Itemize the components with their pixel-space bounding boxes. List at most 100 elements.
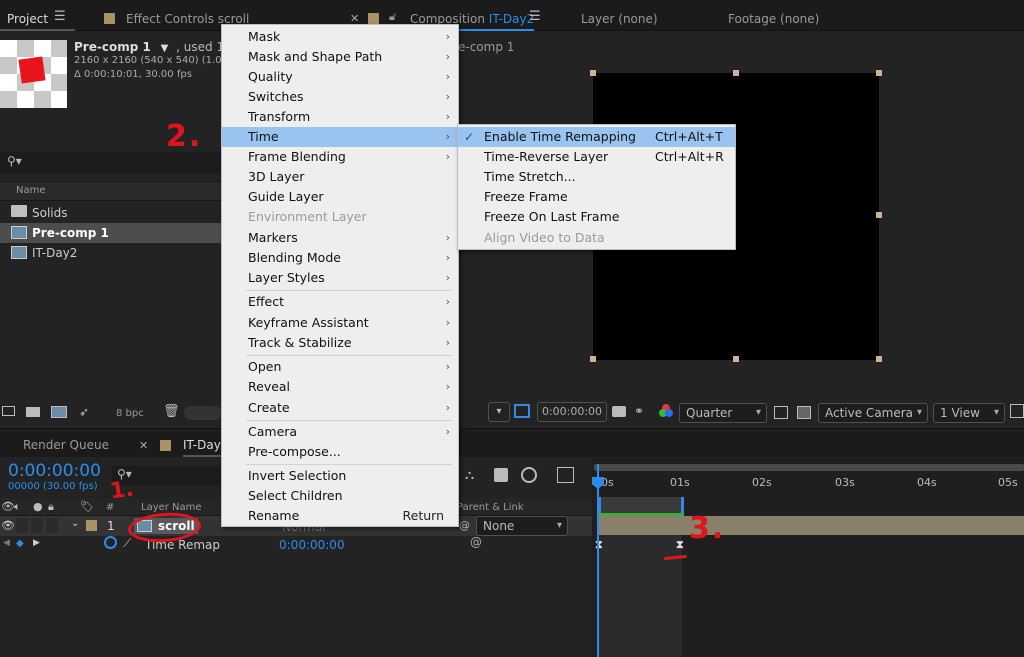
bounding-handle[interactable]: [876, 356, 882, 362]
audio-icon[interactable]: 🔈︎: [14, 500, 21, 514]
menu-item-blending-mode[interactable]: Blending Mode ›: [222, 248, 458, 268]
bpc-label[interactable]: 8 bpc: [116, 408, 144, 419]
comp-timecode-field[interactable]: 0:00:00:00: [537, 402, 607, 422]
layer-twirl-icon[interactable]: ⌄: [71, 518, 79, 529]
menu-item-mask-and-shape-path[interactable]: Mask and Shape Path ›: [222, 47, 458, 67]
menu-item-enable-time-remapping[interactable]: ✓ Enable Time Remapping Ctrl+Alt+T: [458, 127, 735, 147]
menu-item-effect[interactable]: Effect ›: [222, 292, 458, 312]
parent-dropdown[interactable]: None ▾: [476, 516, 568, 536]
new-composition-icon[interactable]: [51, 406, 67, 418]
camera-dropdown[interactable]: Active Camera ▾: [818, 403, 928, 423]
bounding-handle[interactable]: [590, 356, 596, 362]
motion-blur-icon[interactable]: [521, 467, 537, 483]
frame-blending-icon[interactable]: [494, 468, 508, 482]
layer-label-color[interactable]: [86, 520, 97, 531]
show-snapshot-icon[interactable]: ⚭: [634, 404, 644, 418]
new-folder-icon[interactable]: [26, 407, 40, 417]
bounding-handle[interactable]: [876, 212, 882, 218]
draft-3d-icon[interactable]: ⛬: [465, 468, 474, 483]
layer-tab[interactable]: Layer (none): [581, 12, 658, 26]
name-column-header[interactable]: Name: [16, 185, 46, 196]
work-area-bar[interactable]: [594, 464, 1024, 471]
render-queue-tab[interactable]: Render Queue: [23, 438, 109, 452]
project-item-row[interactable]: Solids: [0, 203, 222, 223]
bounding-handle[interactable]: [733, 356, 739, 362]
work-area-range[interactable]: [598, 497, 684, 513]
menu-item-select-children[interactable]: Select Children: [222, 486, 458, 506]
eye-icon[interactable]: 👁︎: [1, 500, 15, 513]
parent-link-column[interactable]: Parent & Link: [457, 502, 524, 513]
comp-breadcrumb[interactable]: e-comp 1: [458, 40, 514, 54]
color-channels-icon[interactable]: [659, 404, 673, 418]
property-value[interactable]: 0:00:00:00: [279, 538, 345, 552]
menu-item-camera[interactable]: Camera ›: [222, 422, 458, 442]
menu-item-track-stabilize[interactable]: Track & Stabilize ›: [222, 333, 458, 353]
menu-item-transform[interactable]: Transform ›: [222, 107, 458, 127]
menu-item-time-stretch[interactable]: Time Stretch...: [458, 167, 735, 187]
comp-footer-dropdown-icon[interactable]: ▾: [488, 402, 510, 422]
keyframe-icon[interactable]: ⧗: [676, 538, 684, 552]
transparency-grid-icon[interactable]: [774, 406, 788, 419]
menu-item-time-reverse-layer[interactable]: Time-Reverse Layer Ctrl+Alt+R: [458, 147, 735, 167]
menu-item-time[interactable]: Time ›: [222, 127, 458, 147]
project-tab[interactable]: Project ☰: [0, 8, 75, 31]
project-scrollbar[interactable]: [184, 406, 222, 420]
solo-icon[interactable]: ●: [33, 500, 43, 513]
view-options-icon[interactable]: [1010, 404, 1024, 418]
menu-item-quality[interactable]: Quality ›: [222, 67, 458, 87]
views-dropdown[interactable]: 1 View ▾: [933, 403, 1005, 423]
lock-icon[interactable]: 🔓︎: [389, 10, 396, 24]
menu-item-guide-layer[interactable]: Guide Layer: [222, 187, 458, 207]
label-icon[interactable]: 🏷︎: [80, 500, 94, 513]
menu-item-frame-blending[interactable]: Frame Blending ›: [222, 147, 458, 167]
menu-item-pre-compose[interactable]: Pre-compose...: [222, 442, 458, 462]
effect-controls-tab[interactable]: Effect Controls scroll: [104, 12, 249, 30]
fast-preview-icon[interactable]: [797, 406, 811, 419]
bounding-handle[interactable]: [590, 70, 596, 76]
menu-item-freeze-frame[interactable]: Freeze Frame: [458, 187, 735, 207]
flowchart-icon[interactable]: ➶: [79, 405, 89, 419]
menu-item-markers[interactable]: Markers ›: [222, 228, 458, 248]
bounding-handle[interactable]: [733, 70, 739, 76]
menu-item-freeze-on-last-frame[interactable]: Freeze On Last Frame: [458, 207, 735, 227]
prev-keyframe-icon[interactable]: ◀: [3, 538, 10, 548]
comp-panel-menu-icon[interactable]: ☰: [529, 9, 541, 24]
menu-item-reveal[interactable]: Reveal ›: [222, 377, 458, 397]
timeline-close-icon[interactable]: ✕: [139, 439, 148, 452]
menu-item-3d-layer[interactable]: 3D Layer: [222, 167, 458, 187]
bounding-handle[interactable]: [876, 70, 882, 76]
trash-icon[interactable]: 🗑︎: [163, 404, 180, 419]
graph-editor-icon[interactable]: [557, 467, 574, 483]
menu-item-layer-styles[interactable]: Layer Styles ›: [222, 268, 458, 288]
playhead[interactable]: [597, 464, 599, 657]
menu-item-switches[interactable]: Switches ›: [222, 87, 458, 107]
project-item-row-selected[interactable]: Pre-comp 1: [0, 223, 222, 243]
item-dropdown-icon[interactable]: ▼: [161, 43, 169, 54]
stopwatch-icon[interactable]: [104, 536, 117, 549]
snapshot-icon[interactable]: [612, 406, 626, 417]
project-item-row[interactable]: IT-Day2: [0, 243, 222, 263]
interpret-footage-icon[interactable]: [2, 406, 15, 416]
time-ruler[interactable]: 00s 01s 02s 03s 04s 05s: [594, 472, 1024, 498]
resolution-dropdown[interactable]: Quarter ▾: [679, 403, 767, 423]
layer-visibility-icon[interactable]: 👁︎: [1, 519, 15, 532]
menu-item-open[interactable]: Open ›: [222, 357, 458, 377]
project-thumbnail: [0, 40, 67, 108]
layer-name-column[interactable]: Layer Name: [141, 502, 202, 513]
menu-item-keyframe-assistant[interactable]: Keyframe Assistant ›: [222, 313, 458, 333]
graph-icon[interactable]: ⟋: [123, 536, 131, 551]
panel-menu-icon[interactable]: ☰: [54, 9, 66, 24]
expression-pickwhip-icon[interactable]: @: [470, 535, 482, 549]
region-of-interest-icon[interactable]: [514, 404, 530, 418]
footage-tab[interactable]: Footage (none): [728, 12, 819, 26]
next-keyframe-icon[interactable]: ▶: [33, 538, 40, 548]
menu-item-create[interactable]: Create ›: [222, 398, 458, 418]
timeline-timecode[interactable]: 0:00:00:00: [8, 461, 101, 481]
menu-item-mask[interactable]: Mask ›: [222, 27, 458, 47]
add-keyframe-icon[interactable]: ◆: [16, 538, 24, 549]
lock-column-icon[interactable]: 🔒︎: [48, 500, 54, 514]
menu-item-invert-selection[interactable]: Invert Selection: [222, 466, 458, 486]
layer-duration-bar[interactable]: [598, 516, 1024, 535]
parent-link-icon[interactable]: @: [459, 519, 470, 532]
menu-item-rename[interactable]: Rename Return: [222, 506, 458, 526]
